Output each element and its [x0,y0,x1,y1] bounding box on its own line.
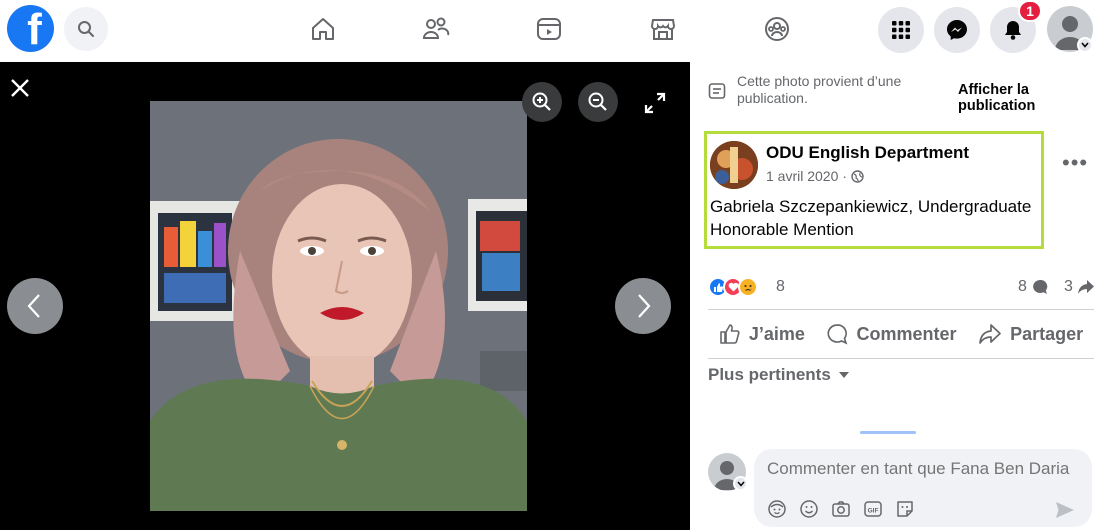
gif-icon: GIF [864,501,882,517]
fullscreen-icon[interactable] [642,90,668,116]
share-icon [979,324,1001,344]
comment-input[interactable] [767,459,1087,479]
chevron-down-icon [736,481,745,487]
share-count: 3 [1064,278,1073,295]
sad-icon [738,277,758,297]
friends-nav-button[interactable] [421,14,451,44]
sticker-button[interactable] [895,499,915,519]
post-text: Gabriela Szczepankiewicz, Undergraduate … [710,197,1032,239]
post-photo [150,101,527,511]
chevron-down-icon [1081,42,1089,48]
comment-count: 8 [1018,278,1027,295]
messenger-icon [947,20,967,40]
top-navigation-bar: f 1 [0,0,1100,62]
reactions-summary: 8 8 3 [708,277,1100,297]
post-date[interactable]: 1 avril 2020 · [766,168,847,184]
comment-bubble-icon [1033,279,1048,294]
photo-source-row: Cette photo provient d’une publication. … [708,73,1098,114]
caret-down-icon [838,371,849,378]
like-button[interactable]: J’aime [719,323,805,345]
previous-arrow-icon [27,294,40,318]
marketplace-nav-button[interactable] [648,14,678,44]
share-arrow-icon [1077,280,1094,294]
logo-letter: f [27,5,42,52]
marketplace-icon [650,19,676,40]
thumbs-up-icon [720,324,740,344]
comment-sort-dropdown[interactable]: Plus pertinents [708,365,849,385]
zoom-in-icon [532,92,551,111]
gif-button[interactable]: GIF [863,499,883,519]
emoji-button[interactable] [799,499,819,519]
photo-viewer [0,62,690,530]
home-icon [312,18,334,40]
portrait-image [150,101,527,511]
composer-tools: GIF [767,499,915,519]
post-options-button[interactable]: ••• [1062,150,1088,176]
search-icon [78,21,94,37]
post-document-icon [708,83,726,99]
menu-button[interactable] [878,7,924,53]
watch-nav-button[interactable] [534,14,564,44]
avatar-sticker-icon [768,500,786,518]
account-menu-caret[interactable] [1077,37,1093,53]
sort-label: Plus pertinents [708,365,831,384]
next-photo-button[interactable] [615,278,671,334]
globe-icon [851,169,864,183]
comment-label: Commenter [856,323,957,344]
notification-badge: 1 [1018,0,1042,22]
view-post-link[interactable]: Afficher la publication [958,82,1098,114]
search-button[interactable] [64,7,108,51]
groups-nav-button[interactable] [762,14,792,44]
like-label: J’aime [748,323,805,344]
next-arrow-icon [638,294,651,318]
photo-source-text: Cette photo provient d’une publication. [737,73,902,106]
zoom-in-button[interactable] [522,82,562,122]
loading-indicator [860,431,916,434]
comment-count-row[interactable]: 8 [1018,278,1048,296]
menu-grid-icon [892,21,910,39]
emoji-icon [800,500,818,518]
post-header-highlight: ODU English Department 1 avril 2020 · Ga… [704,131,1044,249]
reaction-count[interactable]: 8 [776,278,785,296]
friends-icon [422,17,450,39]
bell-icon [1005,21,1021,40]
comment-composer: GIF [754,449,1092,527]
comment-button[interactable]: Commenter [826,323,957,345]
page-profile-image [710,141,758,189]
post-author[interactable]: ODU English Department [766,143,969,163]
close-icon[interactable] [8,76,32,100]
reaction-icons[interactable] [708,277,758,297]
watch-icon [537,18,561,40]
sticker-icon [897,501,913,517]
post-date-row: 1 avril 2020 · [766,168,864,184]
post-action-bar: J’aime Commenter Partager [708,309,1094,359]
share-label: Partager [1010,323,1084,344]
previous-photo-button[interactable] [7,278,63,334]
photo-button[interactable] [831,499,851,519]
messenger-button[interactable] [934,7,980,53]
page-avatar[interactable] [710,141,758,189]
camera-icon [832,501,850,517]
groups-icon [765,17,789,41]
home-nav-button[interactable] [308,14,338,44]
zoom-out-button[interactable] [578,82,618,122]
share-count-row[interactable]: 3 [1064,278,1095,296]
post-details-panel: Cette photo provient d’une publication. … [690,62,1100,530]
comment-icon [827,324,848,345]
svg-text:GIF: GIF [868,507,879,514]
send-icon[interactable] [1054,499,1076,521]
profile-switch-caret[interactable] [733,476,748,491]
facebook-logo[interactable]: f [7,5,54,52]
avatar-sticker-button[interactable] [767,499,787,519]
zoom-out-icon [588,92,607,111]
share-button[interactable]: Partager [978,323,1083,345]
